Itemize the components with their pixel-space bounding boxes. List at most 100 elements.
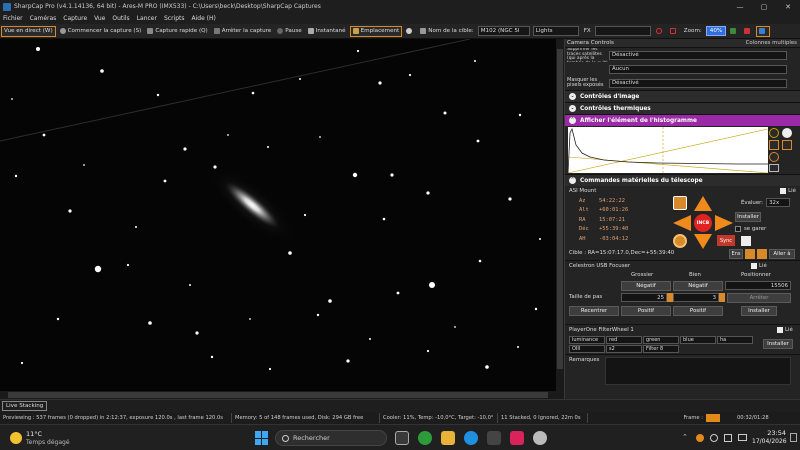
fine-negative-button[interactable]: Négatif [673,281,723,291]
filter-8[interactable]: Filter 8 [643,345,679,353]
focuser-connected-checkbox[interactable]: Lié [751,263,767,269]
start-capture-button[interactable]: Commencer la capture (S) [58,26,144,37]
focuser-stop-button[interactable]: Arrêter [727,293,791,303]
filterwheel-connected-checkbox[interactable]: Lié [777,327,793,333]
battery-icon[interactable] [738,434,747,441]
menu-cameras[interactable]: Caméras [30,15,57,22]
live-view-button[interactable]: Vue en direct (W) [1,25,56,37]
viewer-horizontal-scrollbar[interactable] [0,391,564,399]
zoom-histogram-icon[interactable] [782,140,792,150]
filter-green[interactable]: green [643,336,679,344]
clock-date[interactable]: 17/04/2026 [752,438,787,445]
chrome-icon[interactable] [418,431,432,445]
multi-columns-toggle[interactable]: Colonnes multiples [746,40,797,46]
menu-help[interactable]: Aide (H) [192,15,216,22]
satellite-trails-select[interactable]: Désactivé [609,50,787,60]
image-viewer[interactable] [0,39,556,391]
coarse-negative-button[interactable]: Négatif [621,281,671,291]
quick-capture-button[interactable]: Capture rapide (Q) [145,26,209,37]
viewer-vertical-scrollbar[interactable] [556,39,564,391]
minimize-button[interactable]: — [728,0,752,13]
park-icon[interactable] [741,236,751,246]
crosshair-icon[interactable] [673,234,687,248]
reset-icon[interactable] [769,152,779,162]
sync-button[interactable]: Sync [717,235,735,246]
fine-step-field[interactable]: 3 [673,293,719,302]
stop-capture-button[interactable]: Arrêter la capture [212,26,274,37]
target-name-select[interactable]: M102 (NGC 5I [477,26,530,36]
tools-button[interactable] [756,25,771,37]
arrow-right-icon[interactable] [745,249,755,259]
fine-step-spinner-icon[interactable] [719,293,725,302]
menu-file[interactable]: Fichier [3,15,23,22]
clock-time[interactable]: 23:54 [758,429,786,437]
remarks-textarea[interactable] [605,357,791,385]
histogram-section[interactable]: ⌃ Afficher l'élément de l'histogramme [565,114,800,126]
edge-icon[interactable] [464,431,478,445]
filter-red[interactable]: red [606,336,642,344]
color-picker-button[interactable] [668,26,680,37]
tray-overflow-icon[interactable]: ⌃ [682,433,688,441]
photos-icon[interactable] [510,431,524,445]
image-controls-section[interactable]: ⌄ Contrôles d'image [565,90,800,102]
info-icon[interactable] [769,128,779,138]
arrow-north-button[interactable] [694,196,712,211]
focuser-install-button[interactable]: Installer [741,306,777,316]
retract-button[interactable]: Recentrer [569,306,619,316]
after-dark-select[interactable]: Aucun [609,64,787,74]
weather-desc[interactable]: Temps dégagé [26,439,70,446]
stretch-icon[interactable] [769,140,779,150]
arrow-down-icon[interactable] [757,249,767,259]
center-stop-button[interactable]: INCB [694,214,712,232]
goto-button[interactable]: Aller à [769,249,795,259]
sharpcap-taskbar-icon[interactable] [533,431,547,445]
histogram-plot[interactable] [568,127,768,173]
menu-launch[interactable]: Lancer [137,15,157,22]
arrow-east-button[interactable] [715,215,733,231]
wifi-icon[interactable] [710,434,718,442]
filterwheel-install-button[interactable]: Installer [763,339,793,349]
location-button[interactable]: Emplacement [349,25,403,37]
contrast-icon[interactable] [782,128,792,138]
overlay-button[interactable] [742,26,754,37]
pause-button[interactable]: Pause [275,26,303,37]
close-button[interactable]: ✕ [776,0,800,13]
task-view-icon[interactable] [395,431,409,445]
coarse-step-field[interactable]: 25 [621,293,667,302]
snapshot-button[interactable]: Instantané [306,26,348,37]
maximize-button[interactable]: ▢ [752,0,776,13]
frame-type-select[interactable]: Lights [532,26,579,36]
volume-icon[interactable] [724,434,732,442]
filter-ha[interactable]: ha [717,336,753,344]
mask-pixels-select[interactable]: Désactivé [609,78,787,88]
mount-install-button[interactable]: Installer [735,212,761,222]
telescope-controls-section[interactable]: ⌃ Commandes matérielles du télescope [565,174,800,186]
horizontal-scroll-thumb[interactable] [8,392,548,398]
fx-select[interactable] [594,26,651,36]
weather-temp[interactable]: 11°C [26,430,42,438]
arrow-west-button[interactable] [673,215,691,231]
vertical-scroll-thumb[interactable] [557,49,563,369]
mount-connected-checkbox[interactable]: Lié [780,188,796,194]
position-field[interactable]: 15506 [725,281,791,290]
spiral-search-icon[interactable] [673,196,687,210]
file-explorer-icon[interactable] [441,431,455,445]
menu-capture[interactable]: Capture [63,15,87,22]
filter-luminance[interactable]: luminance [569,336,605,344]
save-icon[interactable] [769,164,779,172]
coarse-positive-button[interactable]: Positif [621,306,671,316]
slew-rate-select[interactable]: 32x [766,198,791,207]
zoom-select[interactable]: 40% [705,26,727,36]
live-stacking-button[interactable]: Live Stacking [2,401,48,411]
taskbar-search[interactable]: Rechercher [275,430,387,446]
filter-s2[interactable]: s2 [606,345,642,353]
menu-scripts[interactable]: Scripts [164,15,185,22]
menu-view[interactable]: Vue [94,15,105,22]
arrow-south-button[interactable] [694,234,712,249]
settings-button[interactable] [404,26,416,37]
park-checkbox[interactable]: se garer [735,226,766,232]
app-icon[interactable] [487,431,501,445]
menu-tools[interactable]: Outils [112,15,129,22]
filter-blue[interactable]: blue [680,336,716,344]
histogram-button[interactable] [728,26,740,37]
